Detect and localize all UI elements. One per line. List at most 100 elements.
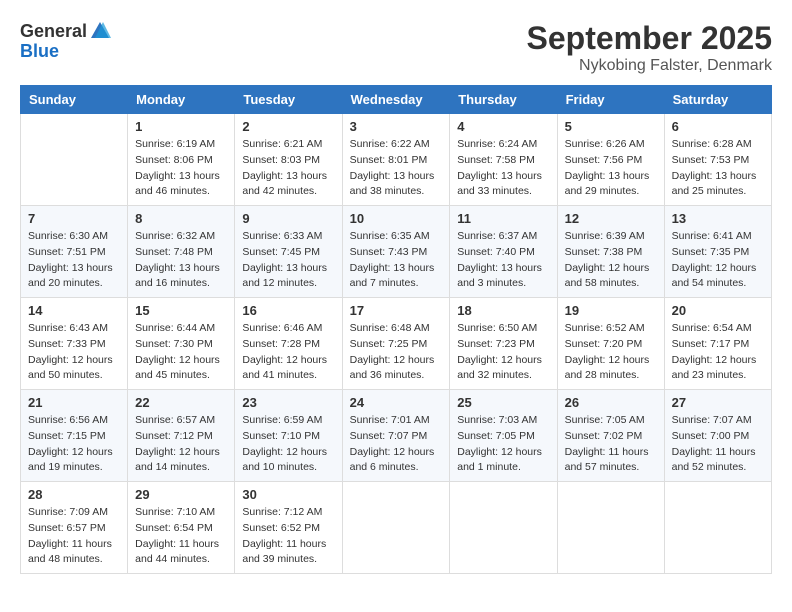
calendar-cell: 1 Sunrise: 6:19 AM Sunset: 8:06 PM Daylig… — [128, 114, 235, 206]
calendar-cell: 5 Sunrise: 6:26 AM Sunset: 7:56 PM Daylig… — [557, 114, 664, 206]
calendar-cell — [664, 482, 771, 574]
day-info: Sunrise: 6:56 AM Sunset: 7:15 PM Dayligh… — [28, 413, 120, 476]
day-info: Sunrise: 6:24 AM Sunset: 7:58 PM Dayligh… — [457, 137, 549, 200]
day-info: Sunrise: 6:48 AM Sunset: 7:25 PM Dayligh… — [350, 321, 443, 384]
calendar-week-5: 28 Sunrise: 7:09 AM Sunset: 6:57 PM Dayli… — [21, 482, 772, 574]
logo-blue: Blue — [20, 42, 111, 60]
day-info: Sunrise: 6:26 AM Sunset: 7:56 PM Dayligh… — [565, 137, 657, 200]
logo-icon — [89, 20, 111, 42]
calendar-cell — [342, 482, 450, 574]
day-info: Sunrise: 6:22 AM Sunset: 8:01 PM Dayligh… — [350, 137, 443, 200]
calendar-cell: 4 Sunrise: 6:24 AM Sunset: 7:58 PM Daylig… — [450, 114, 557, 206]
day-number: 6 — [672, 119, 764, 134]
calendar-cell: 9 Sunrise: 6:33 AM Sunset: 7:45 PM Daylig… — [235, 206, 342, 298]
calendar-cell: 30 Sunrise: 7:12 AM Sunset: 6:52 PM Dayli… — [235, 482, 342, 574]
calendar-cell: 19Sunrise: 6:52 AM Sunset: 7:20 PM Dayli… — [557, 298, 664, 390]
day-number: 5 — [565, 119, 657, 134]
logo: General Blue — [20, 20, 111, 60]
day-info: Sunrise: 6:59 AM Sunset: 7:10 PM Dayligh… — [242, 413, 334, 476]
day-info: Sunrise: 7:10 AM Sunset: 6:54 PM Dayligh… — [135, 505, 227, 568]
day-info: Sunrise: 6:32 AM Sunset: 7:48 PM Dayligh… — [135, 229, 227, 292]
day-number: 16 — [242, 303, 334, 318]
calendar-cell: 26 Sunrise: 7:05 AM Sunset: 7:02 PM Dayli… — [557, 390, 664, 482]
day-info: Sunrise: 7:05 AM Sunset: 7:02 PM Dayligh… — [565, 413, 657, 476]
day-number: 19 — [565, 303, 657, 318]
calendar-cell: 21 Sunrise: 6:56 AM Sunset: 7:15 PM Dayli… — [21, 390, 128, 482]
calendar-cell — [21, 114, 128, 206]
day-number: 30 — [242, 487, 334, 502]
calendar-cell: 22 Sunrise: 6:57 AM Sunset: 7:12 PM Dayli… — [128, 390, 235, 482]
day-info: Sunrise: 6:37 AM Sunset: 7:40 PM Dayligh… — [457, 229, 549, 292]
page-header: General Blue September 2025 Nykobing Fal… — [20, 20, 772, 75]
calendar-cell: 17 Sunrise: 6:48 AM Sunset: 7:25 PM Dayli… — [342, 298, 450, 390]
day-number: 18 — [457, 303, 549, 318]
day-number: 22 — [135, 395, 227, 410]
day-number: 23 — [242, 395, 334, 410]
day-number: 28 — [28, 487, 120, 502]
day-info: Sunrise: 6:44 AM Sunset: 7:30 PM Dayligh… — [135, 321, 227, 384]
day-info: Sunrise: 7:07 AM Sunset: 7:00 PM Dayligh… — [672, 413, 764, 476]
day-number: 26 — [565, 395, 657, 410]
calendar-cell: 27 Sunrise: 7:07 AM Sunset: 7:00 PM Dayli… — [664, 390, 771, 482]
calendar-week-3: 14Sunrise: 6:43 AM Sunset: 7:33 PM Dayli… — [21, 298, 772, 390]
day-info: Sunrise: 6:33 AM Sunset: 7:45 PM Dayligh… — [242, 229, 334, 292]
header-tuesday: Tuesday — [235, 86, 342, 114]
day-info: Sunrise: 7:03 AM Sunset: 7:05 PM Dayligh… — [457, 413, 549, 476]
day-number: 9 — [242, 211, 334, 226]
calendar-table: SundayMondayTuesdayWednesdayThursdayFrid… — [20, 85, 772, 574]
day-info: Sunrise: 7:12 AM Sunset: 6:52 PM Dayligh… — [242, 505, 334, 568]
calendar-cell: 18Sunrise: 6:50 AM Sunset: 7:23 PM Dayli… — [450, 298, 557, 390]
day-info: Sunrise: 7:01 AM Sunset: 7:07 PM Dayligh… — [350, 413, 443, 476]
calendar-cell: 20Sunrise: 6:54 AM Sunset: 7:17 PM Dayli… — [664, 298, 771, 390]
header-wednesday: Wednesday — [342, 86, 450, 114]
day-number: 14 — [28, 303, 120, 318]
calendar-cell: 11 Sunrise: 6:37 AM Sunset: 7:40 PM Dayli… — [450, 206, 557, 298]
day-number: 4 — [457, 119, 549, 134]
calendar-cell: 13 Sunrise: 6:41 AM Sunset: 7:35 PM Dayli… — [664, 206, 771, 298]
header-saturday: Saturday — [664, 86, 771, 114]
day-number: 12 — [565, 211, 657, 226]
day-number: 8 — [135, 211, 227, 226]
day-number: 7 — [28, 211, 120, 226]
header-friday: Friday — [557, 86, 664, 114]
day-info: Sunrise: 6:39 AM Sunset: 7:38 PM Dayligh… — [565, 229, 657, 292]
day-number: 25 — [457, 395, 549, 410]
calendar-cell: 28 Sunrise: 7:09 AM Sunset: 6:57 PM Dayli… — [21, 482, 128, 574]
day-info: Sunrise: 6:21 AM Sunset: 8:03 PM Dayligh… — [242, 137, 334, 200]
day-info: Sunrise: 6:41 AM Sunset: 7:35 PM Dayligh… — [672, 229, 764, 292]
calendar-cell: 3Sunrise: 6:22 AM Sunset: 8:01 PM Daylig… — [342, 114, 450, 206]
day-number: 29 — [135, 487, 227, 502]
calendar-cell: 12 Sunrise: 6:39 AM Sunset: 7:38 PM Dayli… — [557, 206, 664, 298]
day-number: 11 — [457, 211, 549, 226]
day-number: 2 — [242, 119, 334, 134]
day-number: 20 — [672, 303, 764, 318]
day-info: Sunrise: 6:46 AM Sunset: 7:28 PM Dayligh… — [242, 321, 334, 384]
calendar-week-2: 7Sunrise: 6:30 AM Sunset: 7:51 PM Daylig… — [21, 206, 772, 298]
day-info: Sunrise: 6:57 AM Sunset: 7:12 PM Dayligh… — [135, 413, 227, 476]
day-info: Sunrise: 6:19 AM Sunset: 8:06 PM Dayligh… — [135, 137, 227, 200]
calendar-cell: 16 Sunrise: 6:46 AM Sunset: 7:28 PM Dayli… — [235, 298, 342, 390]
day-info: Sunrise: 6:35 AM Sunset: 7:43 PM Dayligh… — [350, 229, 443, 292]
calendar-cell: 6Sunrise: 6:28 AM Sunset: 7:53 PM Daylig… — [664, 114, 771, 206]
calendar-cell: 24 Sunrise: 7:01 AM Sunset: 7:07 PM Dayli… — [342, 390, 450, 482]
calendar-week-4: 21 Sunrise: 6:56 AM Sunset: 7:15 PM Dayli… — [21, 390, 772, 482]
day-number: 24 — [350, 395, 443, 410]
calendar-cell — [557, 482, 664, 574]
calendar-cell: 29 Sunrise: 7:10 AM Sunset: 6:54 PM Dayli… — [128, 482, 235, 574]
day-number: 15 — [135, 303, 227, 318]
logo-general: General — [20, 22, 87, 40]
calendar-week-1: 1 Sunrise: 6:19 AM Sunset: 8:06 PM Daylig… — [21, 114, 772, 206]
calendar-cell — [450, 482, 557, 574]
header-sunday: Sunday — [21, 86, 128, 114]
calendar-cell: 8 Sunrise: 6:32 AM Sunset: 7:48 PM Daylig… — [128, 206, 235, 298]
day-info: Sunrise: 7:09 AM Sunset: 6:57 PM Dayligh… — [28, 505, 120, 568]
title-area: September 2025 Nykobing Falster, Denmark — [527, 20, 772, 75]
day-number: 13 — [672, 211, 764, 226]
day-number: 17 — [350, 303, 443, 318]
calendar-cell: 15 Sunrise: 6:44 AM Sunset: 7:30 PM Dayli… — [128, 298, 235, 390]
day-number: 27 — [672, 395, 764, 410]
day-number: 10 — [350, 211, 443, 226]
month-title: September 2025 — [527, 20, 772, 57]
day-number: 21 — [28, 395, 120, 410]
day-number: 1 — [135, 119, 227, 134]
